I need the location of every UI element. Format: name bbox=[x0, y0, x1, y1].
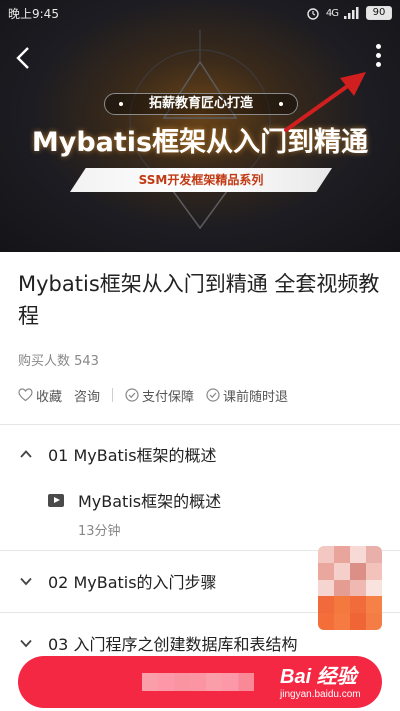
lesson-item[interactable]: MyBatis框架的概述 13分钟 bbox=[48, 488, 348, 539]
chapter-title: 03 入门程序之创建数据库和表结构 bbox=[48, 635, 298, 654]
course-banner: 晚上9:45 4G 90 拓薪教育匠心打造 Mybatis框架从入门到精通 SS… bbox=[0, 0, 400, 252]
section-divider bbox=[0, 424, 400, 425]
lesson-duration: 13分钟 bbox=[78, 524, 121, 539]
chevron-down-icon bbox=[20, 577, 32, 586]
chevron-down-icon bbox=[20, 639, 32, 648]
check-circle-icon bbox=[125, 388, 139, 402]
heart-icon bbox=[18, 388, 33, 402]
chapter-title: 01 MyBatis框架的概述 bbox=[48, 446, 217, 465]
refund-policy: 课前随时退 bbox=[206, 386, 288, 405]
consult-button[interactable]: 咨询 bbox=[74, 386, 100, 405]
lesson-title: MyBatis框架的概述 bbox=[78, 492, 222, 511]
video-play-icon bbox=[48, 493, 64, 507]
annotation-arrow-icon bbox=[284, 72, 366, 132]
payment-guarantee: 支付保障 bbox=[125, 386, 194, 405]
course-title: Mybatis框架从入门到精通 全套视频教程 bbox=[18, 272, 380, 328]
service-divider bbox=[112, 388, 114, 402]
payment-guarantee-label: 支付保障 bbox=[142, 389, 195, 405]
chapter-item-01[interactable]: 01 MyBatis框架的概述 bbox=[0, 437, 400, 471]
refund-policy-label: 课前随时退 bbox=[223, 389, 289, 405]
buyer-count: 购买人数 543 bbox=[18, 354, 99, 369]
consult-label: 咨询 bbox=[74, 389, 101, 405]
chapter-title: 02 MyBatis的入门步骤 bbox=[48, 573, 217, 592]
buy-button-label-obscured bbox=[142, 673, 254, 691]
floating-service-avatar[interactable] bbox=[318, 546, 382, 630]
chapter-item-03[interactable]: 03 入门程序之创建数据库和表结构 bbox=[0, 626, 400, 660]
chevron-up-icon bbox=[20, 450, 32, 458]
check-circle-icon bbox=[206, 388, 220, 402]
favorite-label: 收藏 bbox=[36, 389, 63, 405]
favorite-button[interactable]: 收藏 bbox=[18, 386, 62, 405]
service-row: 收藏 咨询 支付保障 课前随时退 bbox=[18, 385, 388, 405]
buy-button[interactable] bbox=[18, 656, 382, 708]
